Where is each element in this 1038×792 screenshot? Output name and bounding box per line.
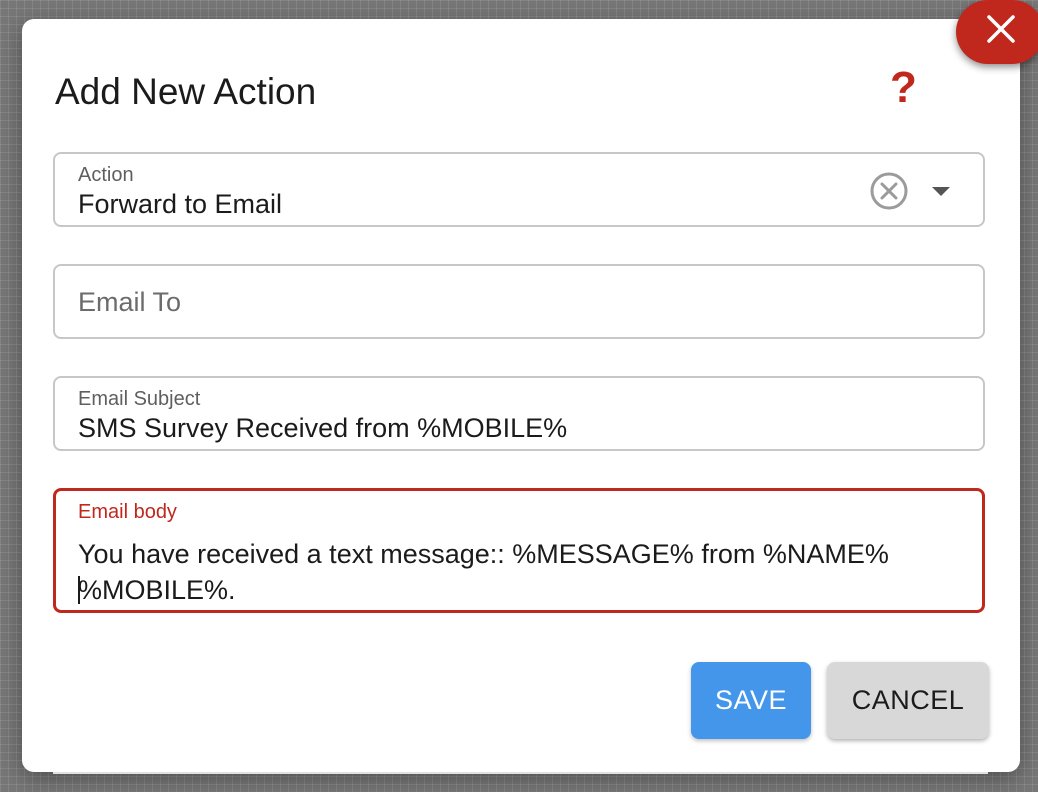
- dialog-title: Add New Action: [55, 71, 317, 112]
- close-icon: [987, 15, 1015, 43]
- caret-down-icon[interactable]: [932, 187, 950, 196]
- email-body-value: You have received a text message:: %MESS…: [78, 536, 968, 608]
- help-icon[interactable]: ?: [890, 62, 917, 114]
- email-subject-label: Email Subject: [78, 388, 201, 410]
- email-body-line-1: You have received a text message:: %MESS…: [78, 539, 889, 569]
- email-body-line-2: %MOBILE%.: [78, 575, 236, 605]
- email-subject-value: SMS Survey Received from %MOBILE%: [78, 413, 568, 443]
- email-subject-field[interactable]: Email Subject SMS Survey Received from %…: [53, 376, 985, 451]
- action-select[interactable]: Action Forward to Email: [53, 152, 985, 227]
- cancel-button[interactable]: CANCEL: [827, 662, 989, 739]
- email-to-placeholder: Email To: [78, 287, 182, 317]
- email-body-label: Email body: [78, 501, 177, 523]
- close-button[interactable]: [956, 0, 1038, 64]
- email-body-field[interactable]: Email body You have received a text mess…: [53, 488, 985, 613]
- action-value: Forward to Email: [78, 189, 283, 219]
- action-label: Action: [78, 164, 134, 186]
- clear-circle-icon[interactable]: [869, 171, 909, 211]
- divider: [53, 772, 988, 774]
- email-to-field[interactable]: Email To: [53, 264, 985, 339]
- save-button[interactable]: SAVE: [691, 662, 811, 739]
